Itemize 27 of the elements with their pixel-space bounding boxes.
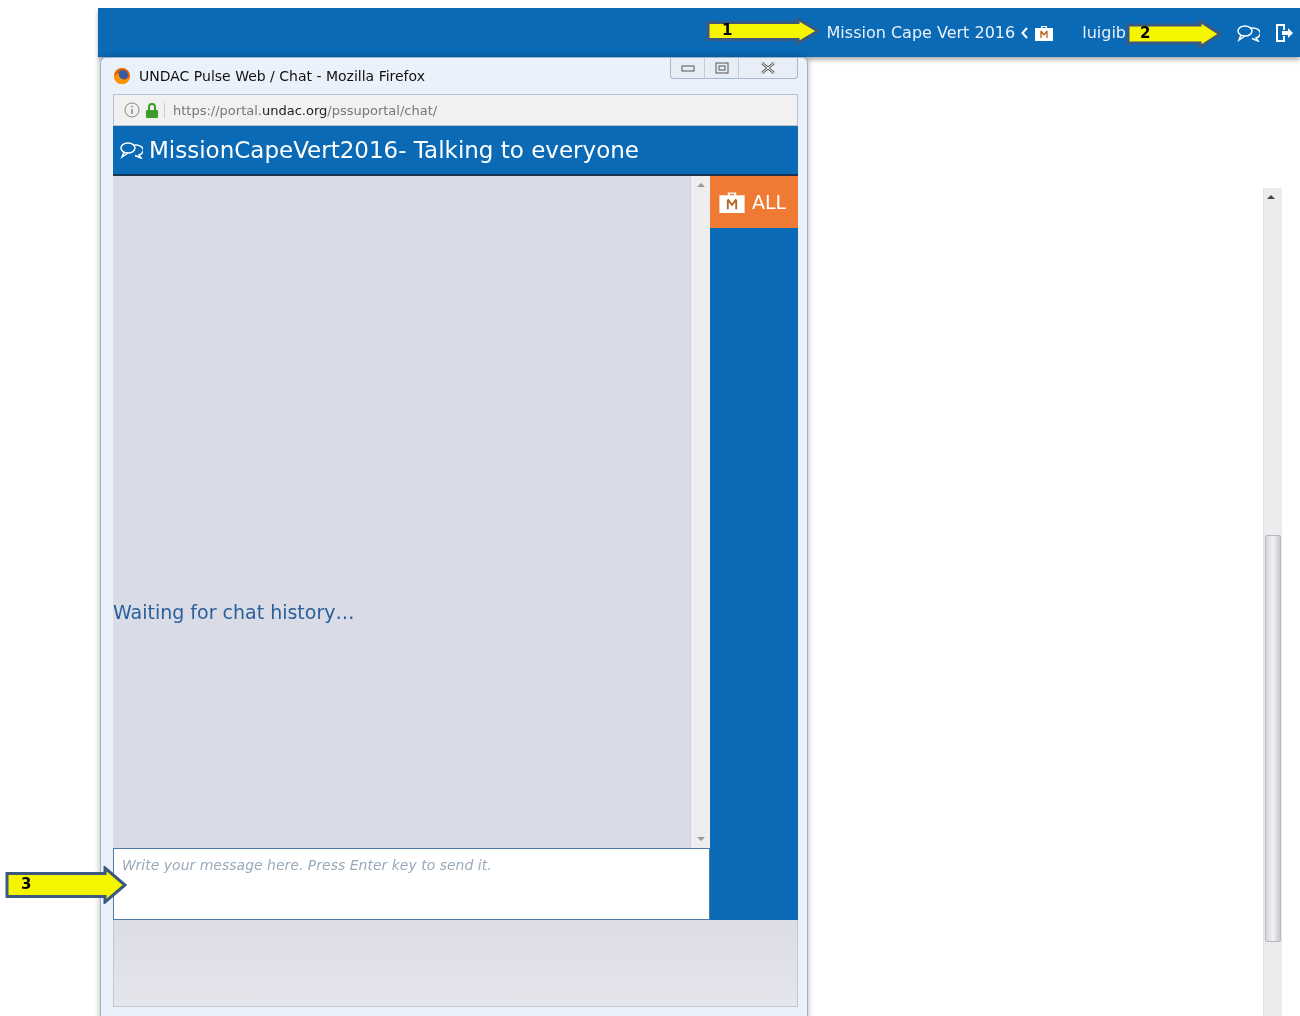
briefcase-icon <box>1034 24 1055 41</box>
scrollbar[interactable] <box>690 176 710 848</box>
callout-number: 2 <box>1140 24 1151 42</box>
close-icon <box>760 62 776 74</box>
channel-tab[interactable]: ALL <box>710 176 798 228</box>
briefcase-icon <box>718 190 746 214</box>
browser-logo-icon <box>113 67 131 85</box>
mission-name[interactable]: Mission Cape Vert 2016 <box>826 23 1016 42</box>
user-name[interactable]: luigib <box>1082 23 1126 42</box>
message-field[interactable]: Write your message here. Press Enter key to send it. <box>113 848 710 920</box>
chat-icon <box>1236 23 1260 42</box>
callout-number: 3 <box>21 875 32 893</box>
window-title: UNDAC Pulse Web / Chat - Mozilla Firefox <box>139 68 425 84</box>
status-text: Waiting for chat history… <box>113 601 355 623</box>
maximize-icon <box>714 62 729 74</box>
minimize-icon <box>680 64 695 72</box>
lock-icon <box>146 102 158 118</box>
chat-title: MissionCapeVert2016- Talking to everyone <box>149 137 639 163</box>
chat-icon <box>119 141 143 159</box>
logout-icon[interactable] <box>1274 22 1294 43</box>
callout-number: 1 <box>722 21 733 39</box>
info-icon[interactable] <box>124 102 140 118</box>
url-field[interactable]: https://portal.undac.org/pssuportal/chat/ <box>164 102 438 118</box>
scroll-up-icon[interactable] <box>1266 193 1276 201</box>
scroll-down-icon[interactable] <box>696 836 705 842</box>
scrollbar[interactable] <box>1263 188 1282 1016</box>
chevron-icon <box>1021 26 1029 39</box>
